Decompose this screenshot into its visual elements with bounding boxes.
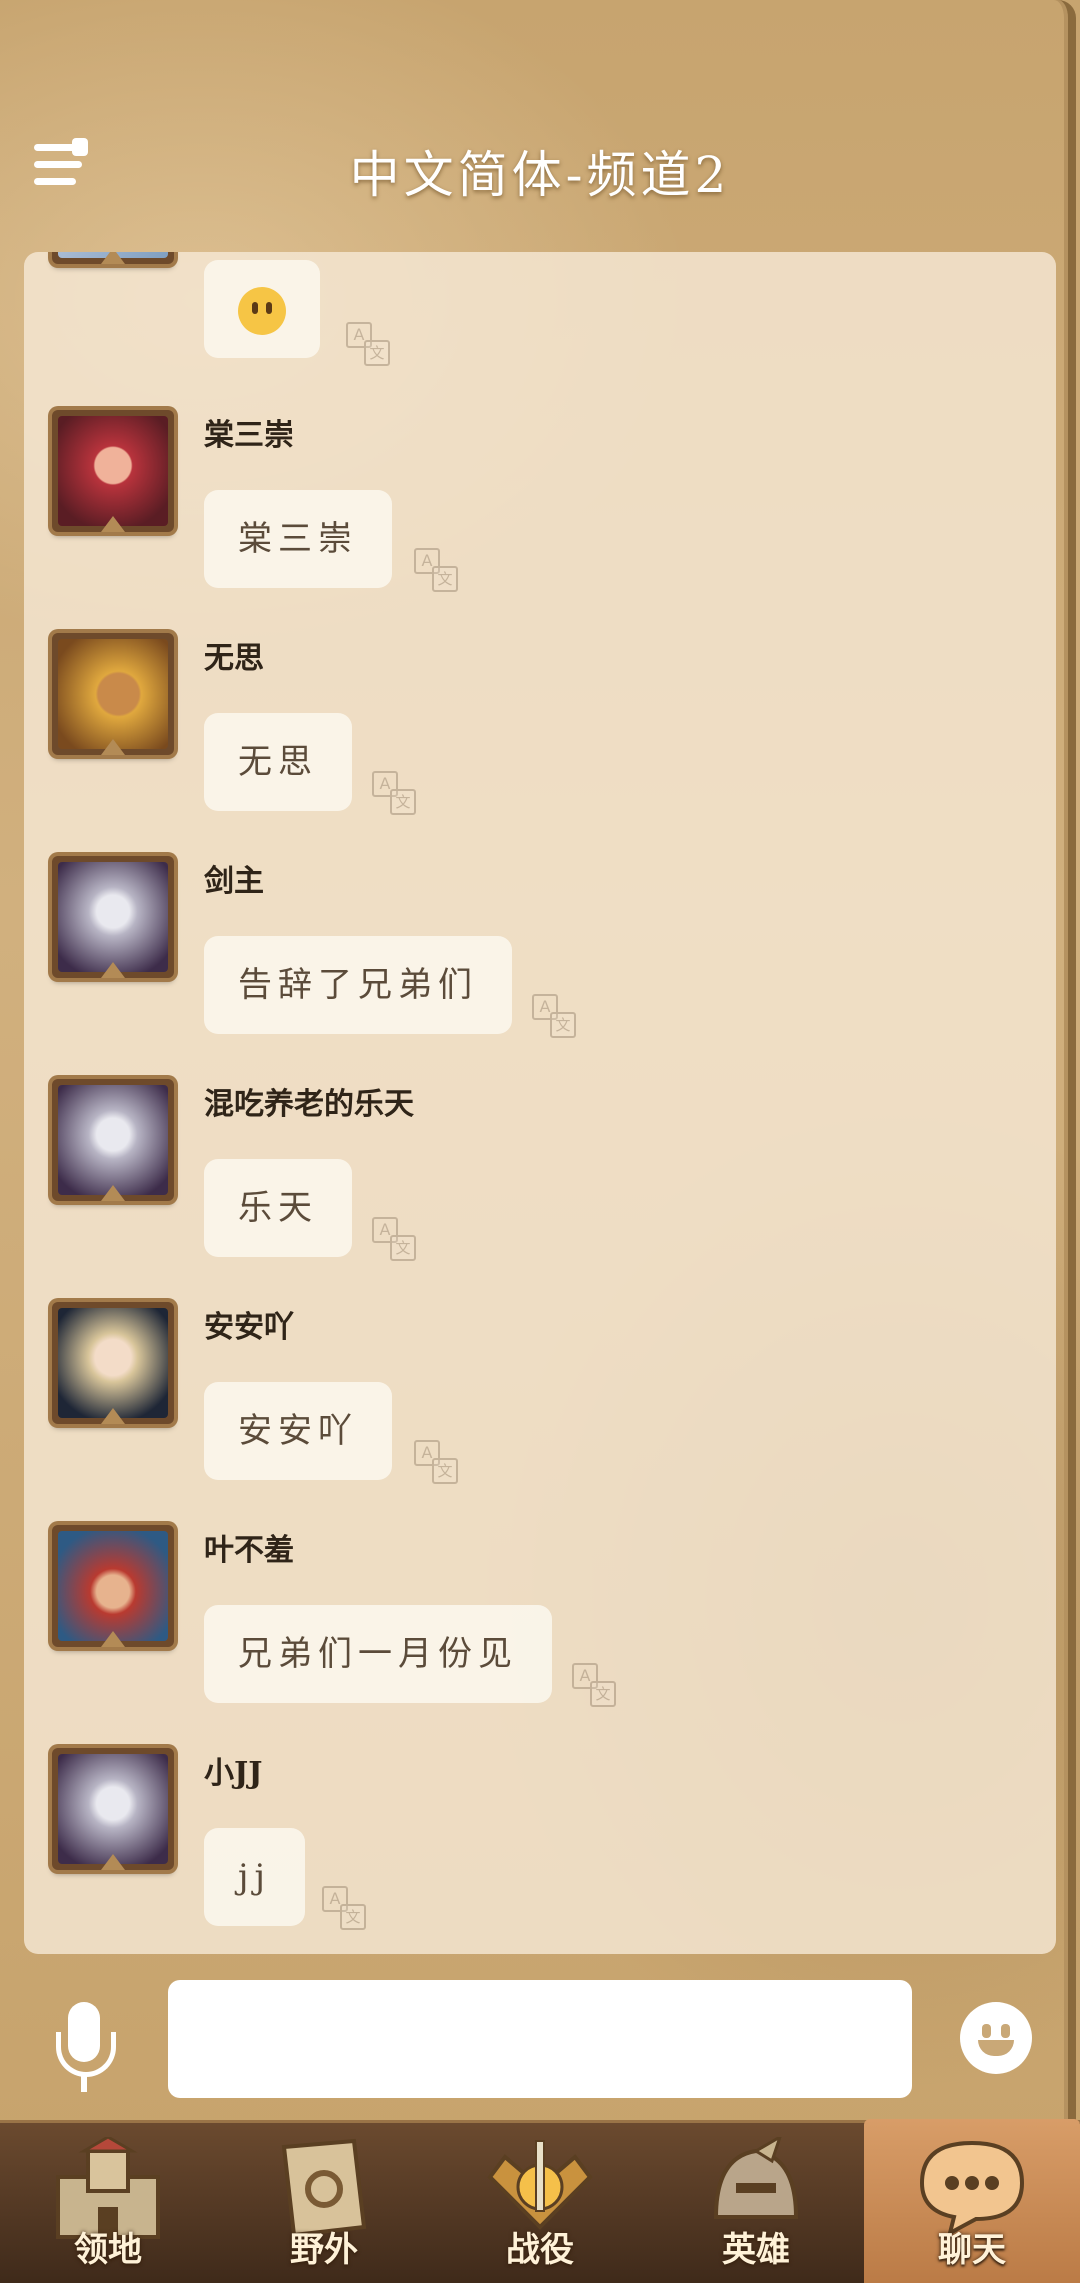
chat-message: 叶不羞 兄弟们一月份见 A文 bbox=[24, 1525, 1056, 1748]
message-bubble[interactable]: 安安吖 bbox=[204, 1382, 392, 1480]
sender-name: 混吃养老的乐天 bbox=[204, 1087, 414, 1122]
message-bubble[interactable]: 兄弟们一月份见 bbox=[204, 1605, 552, 1703]
sender-name: 棠三崇 bbox=[204, 418, 294, 453]
avatar[interactable] bbox=[52, 1748, 174, 1870]
chat-message: 小JJ jj A文 bbox=[24, 1748, 1056, 1954]
nav-tab-heroes[interactable]: 英雄 bbox=[648, 2123, 864, 2283]
nav-tab-territory[interactable]: 领地 bbox=[0, 2123, 216, 2283]
sender-name: 安安吖 bbox=[204, 1310, 294, 1345]
nav-label: 野外 bbox=[290, 2230, 358, 2270]
voice-input-mic-icon[interactable] bbox=[54, 2002, 116, 2112]
message-bubble[interactable]: 无思 bbox=[204, 713, 352, 811]
chat-message-list[interactable]: A文 棠三崇 棠三崇 A文 无思 无思 A文 剑主 告辞了兄弟们 A文 混吃养老… bbox=[24, 252, 1056, 1954]
nav-tab-wild[interactable]: 野外 bbox=[216, 2123, 432, 2283]
chat-text-input[interactable] bbox=[168, 1980, 912, 2098]
avatar[interactable] bbox=[52, 1302, 174, 1424]
sender-name: 无思 bbox=[204, 641, 264, 676]
nav-tab-chat[interactable]: 聊天 bbox=[864, 2119, 1080, 2283]
nav-label: 领地 bbox=[74, 2230, 142, 2270]
translate-icon[interactable]: A文 bbox=[532, 994, 576, 1038]
message-bubble[interactable]: 棠三崇 bbox=[204, 490, 392, 588]
chat-message: A文 bbox=[24, 252, 1056, 366]
sender-name: 剑主 bbox=[204, 864, 264, 899]
sender-name: 叶不羞 bbox=[204, 1533, 294, 1568]
avatar[interactable] bbox=[52, 1525, 174, 1647]
chat-message: 混吃养老的乐天 乐天 A文 bbox=[24, 1079, 1056, 1302]
sender-name: 小JJ bbox=[204, 1756, 263, 1791]
avatar[interactable] bbox=[52, 410, 174, 532]
translate-icon[interactable]: A文 bbox=[346, 322, 390, 366]
nav-tab-campaign[interactable]: 战役 bbox=[432, 2123, 648, 2283]
translate-icon[interactable]: A文 bbox=[414, 548, 458, 592]
nav-label: 聊天 bbox=[938, 2230, 1006, 2270]
avatar[interactable] bbox=[52, 1079, 174, 1201]
avatar[interactable] bbox=[52, 252, 174, 264]
nav-label: 战役 bbox=[506, 2230, 574, 2270]
translate-icon[interactable]: A文 bbox=[322, 1886, 366, 1930]
translate-icon[interactable]: A文 bbox=[372, 1217, 416, 1261]
chat-message: 安安吖 安安吖 A文 bbox=[24, 1302, 1056, 1525]
message-bubble[interactable]: 乐天 bbox=[204, 1159, 352, 1257]
translate-icon[interactable]: A文 bbox=[414, 1440, 458, 1484]
translate-icon[interactable]: A文 bbox=[572, 1663, 616, 1707]
chat-message: 无思 无思 A文 bbox=[24, 633, 1056, 856]
bottom-navigation: 领地 野外 战役 英雄 聊天 bbox=[0, 2119, 1080, 2283]
channel-title: 中文简体-频道2 bbox=[349, 146, 731, 204]
message-bubble[interactable]: 告辞了兄弟们 bbox=[204, 936, 512, 1034]
emoji-picker-icon[interactable] bbox=[960, 2002, 1032, 2074]
translate-icon[interactable]: A文 bbox=[372, 771, 416, 815]
chat-message: 棠三崇 棠三崇 A文 bbox=[24, 410, 1056, 633]
message-bubble[interactable] bbox=[204, 260, 320, 358]
avatar[interactable] bbox=[52, 856, 174, 978]
neutral-face-emoji-icon bbox=[238, 287, 286, 335]
message-bubble[interactable]: jj bbox=[204, 1828, 306, 1926]
nav-label: 英雄 bbox=[722, 2230, 790, 2270]
avatar[interactable] bbox=[52, 633, 174, 755]
chat-message: 剑主 告辞了兄弟们 A文 bbox=[24, 856, 1056, 1079]
